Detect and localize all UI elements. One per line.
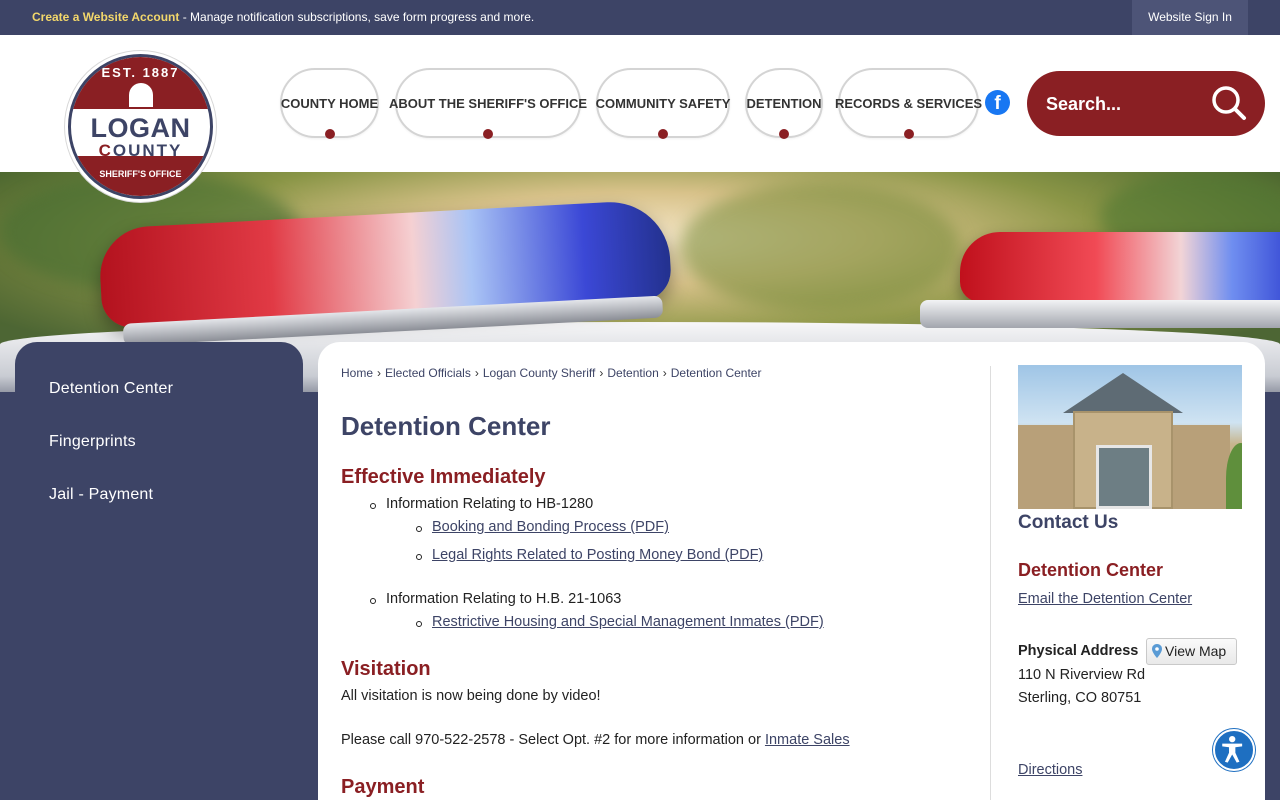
visitation-heading: Visitation xyxy=(341,658,431,680)
logo-dome-icon xyxy=(129,83,153,107)
bullet-icon xyxy=(370,598,376,604)
bullet-icon xyxy=(416,554,422,560)
nav-detention[interactable]: Detention xyxy=(745,68,823,139)
legal-rights-pdf-link[interactable]: Legal Rights Related to Posting Money Bo… xyxy=(432,547,763,563)
nav-dropdown-dot-icon xyxy=(779,129,789,139)
nav-county-home[interactable]: County Home xyxy=(280,68,379,139)
logo-office-text: SHERIFF'S OFFICE xyxy=(99,169,182,179)
search-input[interactable] xyxy=(1046,89,1206,119)
photo-wall xyxy=(1170,425,1230,509)
search-icon[interactable] xyxy=(1211,85,1247,121)
hb21-1063-info-text: Information Relating to H.B. 21-1063 xyxy=(386,591,622,607)
create-account-link[interactable]: Create a Website Account xyxy=(32,10,179,24)
accessibility-icon[interactable] xyxy=(1213,729,1255,771)
nav-county-home-label: County Home xyxy=(280,95,379,111)
facebook-icon[interactable]: f xyxy=(985,90,1010,115)
sidebar-item-fingerprints[interactable]: Fingerprints xyxy=(15,415,303,468)
visitation-call-label: Please call 970-522-2578 - Select Opt. #… xyxy=(341,732,765,748)
breadcrumb-detention-center[interactable]: Detention Center xyxy=(671,366,762,380)
nav-about-sheriff[interactable]: About the Sheriff's Office xyxy=(389,68,587,139)
payment-heading: Payment xyxy=(341,776,425,798)
visitation-call-text: Please call 970-522-2578 - Select Opt. #… xyxy=(341,732,850,748)
inmate-sales-link[interactable]: Inmate Sales xyxy=(765,732,850,748)
nav-records-services[interactable]: Records & Services xyxy=(834,68,983,139)
physical-address-label: Physical Address xyxy=(1018,643,1139,659)
hero-foliage xyxy=(680,182,960,312)
main-content: Home › Elected Officials › Logan County Sher… xyxy=(318,342,1265,800)
map-pin-icon xyxy=(1152,644,1162,658)
breadcrumb-home[interactable]: Home xyxy=(341,366,373,380)
hb1280-info-text: Information Relating to HB-1280 xyxy=(386,496,594,512)
breadcrumb-detention[interactable]: Detention xyxy=(607,366,658,380)
account-banner-text: - Manage notification subscriptions, sav… xyxy=(179,10,535,24)
breadcrumb-elected-officials[interactable]: Elected Officials xyxy=(385,366,471,380)
breadcrumb: Home › Elected Officials › Logan County Sher… xyxy=(341,366,761,380)
photo-roof xyxy=(1063,373,1183,413)
bullet-icon xyxy=(416,621,422,627)
sidebar-item-jail-payment[interactable]: Jail - Payment xyxy=(15,468,303,521)
photo-wall xyxy=(1018,425,1076,509)
website-sign-in-button[interactable]: Website Sign In xyxy=(1132,0,1248,35)
accessibility-figure-icon xyxy=(1222,735,1243,763)
nav-records-services-label: Records & Services xyxy=(834,95,983,111)
breadcrumb-separator: › xyxy=(377,366,382,380)
nav-community-safety-label: Community Safety xyxy=(595,95,731,111)
logan-county-logo[interactable]: EST. 1887 LOGAN COUNTY SHERIFF'S OFFICE xyxy=(68,54,213,199)
sidebar-item-detention-center[interactable]: Detention Center xyxy=(15,362,303,415)
address-line-1: 110 N Riverview Rd xyxy=(1018,667,1146,683)
nav-dropdown-dot-icon xyxy=(658,129,668,139)
breadcrumb-separator: › xyxy=(474,366,479,380)
breadcrumb-logan-county-sheriff[interactable]: Logan County Sheriff xyxy=(483,366,596,380)
logo-logan-text: LOGAN xyxy=(90,113,191,143)
photo-doors xyxy=(1096,445,1152,509)
address-line-2: Sterling, CO 80751 xyxy=(1018,690,1142,706)
contact-name: Detention Center xyxy=(1018,560,1164,580)
bullet-icon xyxy=(370,503,376,509)
view-map-label: View Map xyxy=(1165,643,1227,659)
breadcrumb-separator: › xyxy=(662,366,667,380)
visitation-video-text: All visitation is now being done by vide… xyxy=(341,688,601,704)
page-title: Detention Center xyxy=(341,411,551,441)
column-divider xyxy=(990,366,991,800)
view-map-button[interactable]: View Map xyxy=(1146,638,1237,665)
email-detention-center-link[interactable]: Email the Detention Center xyxy=(1018,591,1192,607)
detention-center-photo xyxy=(1018,365,1242,509)
restrictive-housing-pdf-link[interactable]: Restrictive Housing and Special Manageme… xyxy=(432,614,824,630)
top-bar: Create a Website Account - Manage notifi… xyxy=(0,0,1280,35)
effective-immediately-heading: Effective Immediately xyxy=(341,466,546,488)
nav-community-safety[interactable]: Community Safety xyxy=(595,68,731,139)
nav-detention-label: Detention xyxy=(746,95,822,111)
site-header: EST. 1887 LOGAN COUNTY SHERIFF'S OFFICE … xyxy=(0,35,1280,199)
nav-dropdown-dot-icon xyxy=(324,129,335,139)
hero-lightbar-base xyxy=(920,300,1280,328)
directions-link[interactable]: Directions xyxy=(1018,762,1082,778)
sidebar-nav: Detention Center Fingerprints Jail - Pay… xyxy=(15,342,303,800)
account-banner: Create a Website Account - Manage notifi… xyxy=(32,10,534,24)
logo-est-text: EST. 1887 xyxy=(101,65,180,80)
bullet-icon xyxy=(416,526,422,532)
booking-bonding-pdf-link[interactable]: Booking and Bonding Process (PDF) xyxy=(432,519,669,535)
contact-us-heading: Contact Us xyxy=(1018,512,1119,533)
nav-dropdown-dot-icon xyxy=(903,129,914,139)
breadcrumb-separator: › xyxy=(599,366,604,380)
hero-lightbar-right xyxy=(920,232,1280,328)
search-box xyxy=(1027,71,1265,136)
nav-about-sheriff-label: About the Sheriff's Office xyxy=(388,95,588,111)
nav-dropdown-dot-icon xyxy=(483,129,493,139)
